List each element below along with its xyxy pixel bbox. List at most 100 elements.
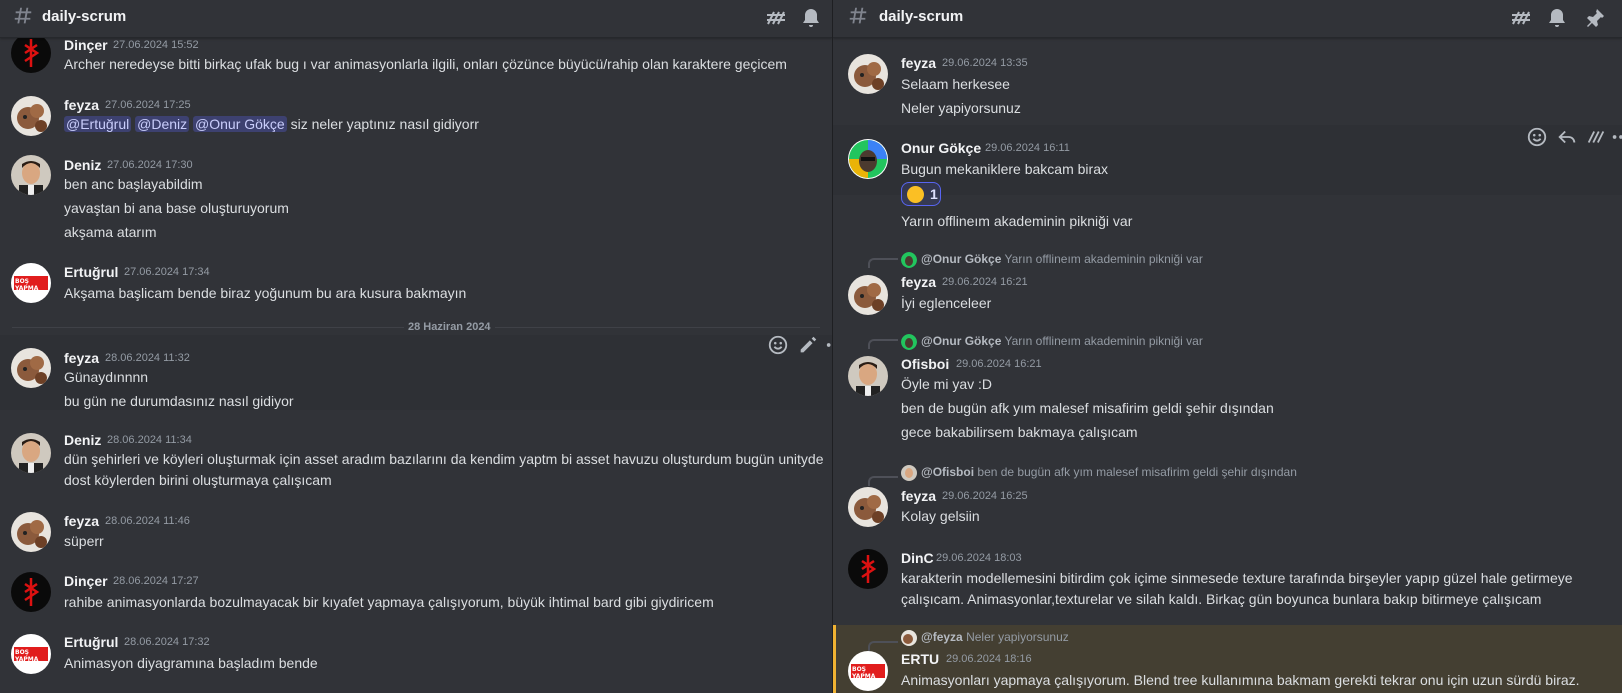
channel-header: daily-scrum xyxy=(833,0,1622,38)
message-text: Archer neredeyse bitti birkaç ufak bug ı… xyxy=(64,56,787,72)
avatar[interactable] xyxy=(11,512,51,552)
timestamp: 29.06.2024 13:35 xyxy=(942,57,1028,69)
timestamp: 28.06.2024 17:32 xyxy=(124,636,210,648)
message-text: gece bakabilirsem bakmaya çalışıcam xyxy=(901,424,1138,440)
avatar[interactable] xyxy=(848,275,888,315)
reaction-chip[interactable]: 1 xyxy=(901,182,941,206)
timestamp: 27.06.2024 17:30 xyxy=(107,159,193,171)
timestamp: 27.06.2024 17:25 xyxy=(105,99,191,111)
message-text: Neler yapiyorsunuz xyxy=(901,100,1021,116)
timestamp: 29.06.2024 16:11 xyxy=(985,142,1070,154)
avatar[interactable] xyxy=(848,139,888,179)
threads-icon[interactable] xyxy=(1509,6,1533,30)
reply-preview[interactable]: @Onur Gökçe Yarın offlineım akademinin p… xyxy=(921,334,1203,348)
message-text: dün şehirleri ve köyleri oluşturmak için… xyxy=(64,451,824,467)
message-text: İyi eglenceleer xyxy=(901,295,992,311)
hashtag-icon xyxy=(847,3,869,34)
message-text: @Ertuğrul @Deniz @Onur Gökçe siz neler y… xyxy=(64,116,479,132)
hovered-message-bg xyxy=(833,125,1622,195)
message-text: Kolay gelsiin xyxy=(901,508,980,524)
username[interactable]: Ofisboi xyxy=(901,356,949,372)
username[interactable]: Deniz xyxy=(64,157,101,173)
username[interactable]: Deniz xyxy=(64,432,101,448)
avatar[interactable] xyxy=(11,33,51,73)
timestamp: 29.06.2024 18:16 xyxy=(946,653,1032,665)
channel-name[interactable]: daily-scrum xyxy=(42,8,126,25)
username[interactable]: feyza xyxy=(901,274,936,290)
avatar[interactable] xyxy=(848,356,888,396)
username[interactable]: DinC xyxy=(901,550,934,566)
message-text: dost köylerden birini oluşturmaya çalışı… xyxy=(64,472,332,488)
reply-mention[interactable]: @Onur Gökçe xyxy=(921,334,1001,348)
date-divider-label: 28 Haziran 2024 xyxy=(404,321,495,333)
avatar[interactable]: BOŞ YAPMA xyxy=(848,651,888,691)
username[interactable]: Dinçer xyxy=(64,37,108,53)
reply-avatar xyxy=(901,252,917,268)
username[interactable]: Ertuğrul xyxy=(64,264,118,280)
pin-icon[interactable] xyxy=(1583,6,1607,30)
channel-name[interactable]: daily-scrum xyxy=(879,8,963,25)
notification-bell-icon[interactable] xyxy=(799,6,823,30)
timestamp: 28.06.2024 17:27 xyxy=(113,575,199,587)
reply-spine xyxy=(868,476,898,486)
reply-spine xyxy=(868,641,898,651)
reaction-emoji-icon xyxy=(907,186,924,203)
add-reaction-icon[interactable] xyxy=(767,334,791,358)
reply-avatar xyxy=(901,465,917,481)
username[interactable]: feyza xyxy=(64,97,99,113)
username[interactable]: Dinçer xyxy=(64,573,108,589)
left-channel-pane: daily-scrum Dinçer 27.06.2024 15:52 Arch… xyxy=(0,0,832,693)
username[interactable]: Onur Gökçe xyxy=(901,140,981,156)
message-text: rahibe animasyonlarda bozulmayacak bir k… xyxy=(64,594,714,610)
more-options-icon[interactable] xyxy=(825,334,832,358)
reply-mention[interactable]: @feyza xyxy=(921,630,963,644)
message-text: süperr xyxy=(64,533,104,549)
timestamp: 28.06.2024 11:32 xyxy=(105,352,190,364)
reply-icon[interactable] xyxy=(1556,126,1580,150)
message-text: Günaydınnnn xyxy=(64,369,149,385)
avatar[interactable] xyxy=(11,433,51,473)
user-mention[interactable]: @Onur Gökçe xyxy=(193,116,287,132)
username[interactable]: ERTU xyxy=(901,651,939,667)
message-text: karakterin modellemesini bitirdim çok iç… xyxy=(901,570,1573,586)
notification-bell-icon[interactable] xyxy=(1545,6,1569,30)
avatar[interactable] xyxy=(11,572,51,612)
avatar[interactable] xyxy=(11,96,51,136)
message-text: akşama atarım xyxy=(64,224,157,240)
message-text: Animasyon diyagramına başladım bende xyxy=(64,655,318,671)
reply-preview[interactable]: @feyza Neler yapiyorsunuz xyxy=(921,630,1069,644)
threads-icon[interactable] xyxy=(764,6,788,30)
reply-mention[interactable]: @Ofisboi xyxy=(921,465,974,479)
add-reaction-icon[interactable] xyxy=(1526,126,1550,150)
reply-spine xyxy=(868,339,898,349)
user-mention[interactable]: @Ertuğrul xyxy=(64,116,132,132)
username[interactable]: feyza xyxy=(64,350,99,366)
avatar[interactable] xyxy=(848,487,888,527)
right-channel-pane: 29 Haziran 2024 daily-scrum feyza 29.06.… xyxy=(833,0,1622,693)
message-text: ben de bugün afk yım malesef misafirim g… xyxy=(901,400,1274,416)
reaction-count: 1 xyxy=(930,186,938,202)
message-text: Öyle mi yav :D xyxy=(901,376,993,392)
reply-preview[interactable]: @Ofisboi ben de bugün afk yım malesef mi… xyxy=(921,465,1297,479)
username[interactable]: Ertuğrul xyxy=(64,634,118,650)
edit-icon[interactable] xyxy=(797,334,821,358)
avatar[interactable] xyxy=(848,54,888,94)
avatar[interactable] xyxy=(848,549,888,589)
reply-text: Neler yapiyorsunuz xyxy=(966,630,1069,644)
reply-preview[interactable]: @Onur Gökçe Yarın offlineım akademinin p… xyxy=(921,252,1203,266)
user-mention[interactable]: @Deniz xyxy=(135,116,190,132)
username[interactable]: feyza xyxy=(64,513,99,529)
reply-text: ben de bugün afk yım malesef misafirim g… xyxy=(977,465,1297,479)
avatar[interactable]: BOŞ YAPMA xyxy=(11,634,51,674)
create-thread-icon[interactable] xyxy=(1585,126,1609,150)
avatar[interactable]: BOŞ YAPMA xyxy=(11,263,51,303)
reply-mention[interactable]: @Onur Gökçe xyxy=(921,252,1001,266)
avatar[interactable] xyxy=(11,155,51,195)
more-options-icon[interactable] xyxy=(1610,126,1622,150)
message-text: Selaam herkesee xyxy=(901,76,1010,92)
timestamp: 28.06.2024 11:46 xyxy=(105,515,190,527)
timestamp: 29.06.2024 16:21 xyxy=(942,276,1028,288)
username[interactable]: feyza xyxy=(901,55,936,71)
username[interactable]: feyza xyxy=(901,488,936,504)
avatar[interactable] xyxy=(11,348,51,388)
